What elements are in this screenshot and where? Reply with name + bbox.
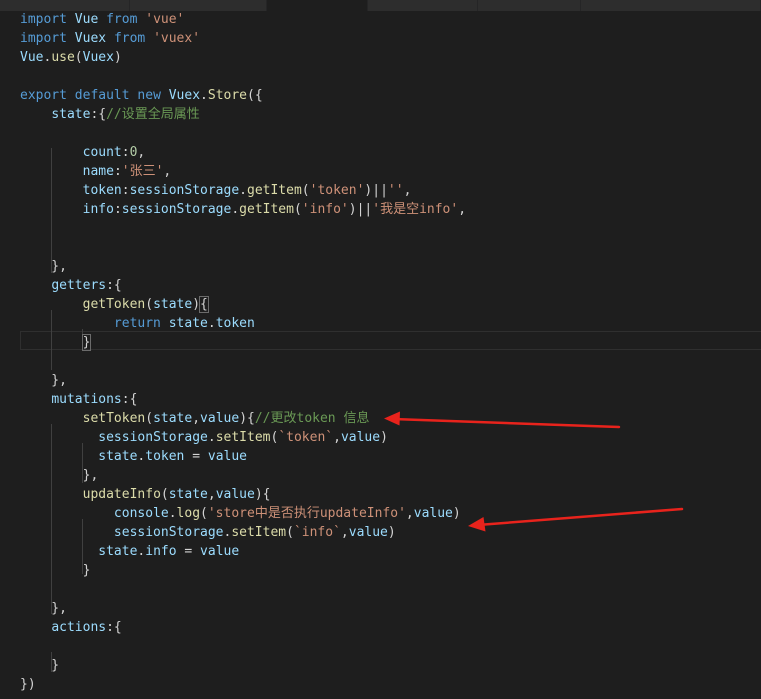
red-arrow-1 (384, 411, 621, 429)
red-arrow-2 (468, 507, 684, 532)
annotation-arrows (384, 411, 684, 532)
